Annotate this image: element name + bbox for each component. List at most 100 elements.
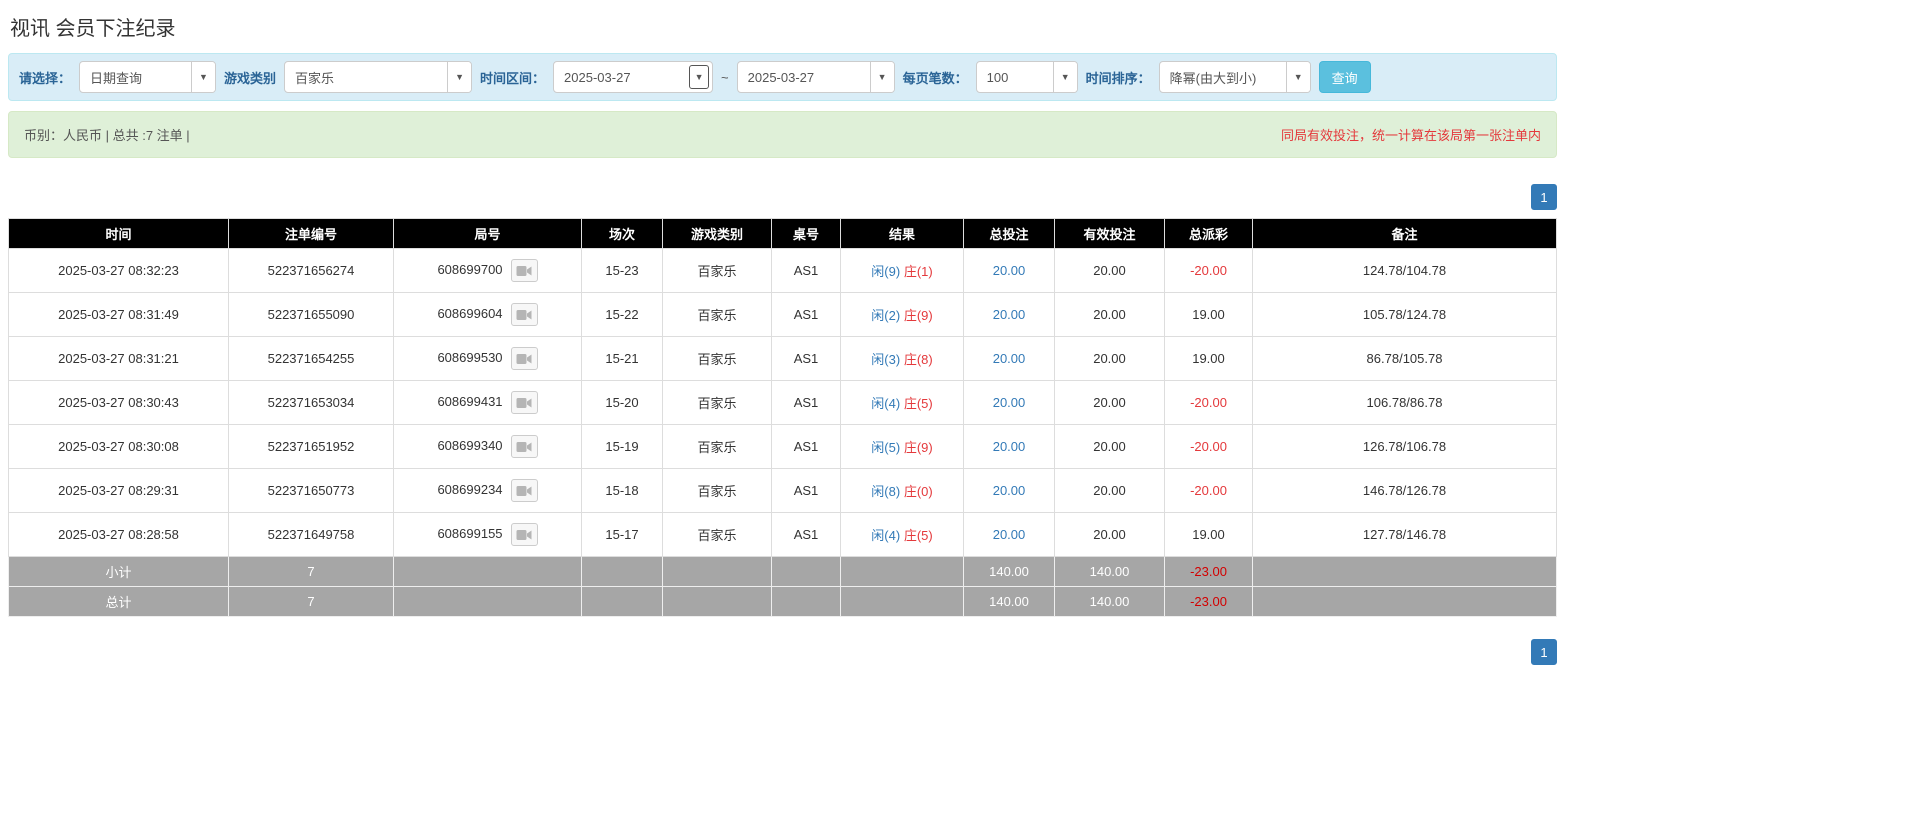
video-replay-button[interactable] — [510, 259, 538, 282]
session-number: 15-21 — [581, 336, 663, 381]
table-number: AS1 — [771, 292, 841, 337]
session-number: 15-18 — [581, 468, 663, 513]
game-type-select[interactable]: 百家乐 ▼ — [284, 61, 473, 93]
session-number: 15-23 — [581, 248, 663, 293]
round-id: 608699155 — [437, 525, 503, 541]
payout-amount: -20.00 — [1164, 380, 1253, 425]
game-type: 百家乐 — [662, 292, 772, 337]
round-id: 608699700 — [437, 261, 503, 277]
column-header: 备注 — [1252, 218, 1557, 249]
result-player: 闲(5) — [871, 440, 901, 455]
query-type-select[interactable]: 日期查询 ▼ — [79, 61, 217, 93]
round-cell: 608699340 — [393, 424, 582, 469]
video-replay-button[interactable] — [510, 435, 538, 458]
column-header: 结果 — [840, 218, 964, 249]
total-bet-link[interactable]: 20.00 — [963, 248, 1055, 293]
video-replay-button[interactable] — [510, 347, 538, 370]
valid-bet: 20.00 — [1054, 424, 1165, 469]
session-number: 15-20 — [581, 380, 663, 425]
page-content: 视讯 会员下注纪录 请选择： 日期查询 ▼ 游戏类别 百家乐 ▼ 时间区间： 2… — [8, 12, 1557, 665]
game-type: 百家乐 — [662, 248, 772, 293]
round-id: 608699234 — [437, 481, 503, 497]
total-bet-link[interactable]: 20.00 — [963, 424, 1055, 469]
search-button[interactable]: 查询 — [1318, 61, 1371, 93]
summary-count: 7 — [228, 556, 394, 587]
chevron-down-icon[interactable]: ▼ — [1052, 62, 1077, 92]
video-replay-button[interactable] — [510, 523, 538, 546]
table-row: 2025-03-27 08:31:21 522371654255 6086995… — [8, 336, 1557, 381]
page-size-select[interactable]: 100 ▼ — [975, 61, 1078, 93]
video-camera-icon — [516, 265, 532, 276]
chevron-down-icon[interactable]: ▼ — [191, 62, 216, 92]
date-from-select[interactable]: 2025-03-27 ▼ — [553, 61, 714, 93]
note-balance: 127.78/146.78 — [1252, 512, 1557, 557]
summary-payout: -23.00 — [1164, 586, 1253, 617]
bet-time: 2025-03-27 08:31:21 — [8, 336, 229, 381]
result-banker: 庄(9) — [903, 440, 933, 455]
query-type-value: 日期查询 — [90, 70, 143, 86]
column-header: 桌号 — [771, 218, 841, 249]
video-camera-icon — [516, 397, 532, 408]
table-number: AS1 — [771, 424, 841, 469]
round-id: 608699604 — [437, 305, 503, 321]
summary-label: 总计 — [8, 586, 229, 617]
table-row: 2025-03-27 08:31:49 522371655090 6086996… — [8, 292, 1557, 337]
session-number: 15-19 — [581, 424, 663, 469]
column-header: 总投注 — [963, 218, 1055, 249]
total-bet-link[interactable]: 20.00 — [963, 336, 1055, 381]
page-size-value: 100 — [986, 69, 1009, 85]
session-number: 15-17 — [581, 512, 663, 557]
column-header: 局号 — [393, 218, 582, 249]
result-banker: 庄(0) — [903, 484, 933, 499]
page-button-1[interactable]: 1 — [1531, 184, 1557, 210]
select-type-label: 请选择： — [19, 70, 72, 86]
summary-bar: 币别：人民币 | 总共 :7 注单 | 同局有效投注，统一计算在该局第一张注单内 — [8, 111, 1557, 158]
game-type-value: 百家乐 — [295, 70, 335, 86]
note-balance: 106.78/86.78 — [1252, 380, 1557, 425]
result-player: 闲(4) — [871, 396, 901, 411]
summary-payout: -23.00 — [1164, 556, 1253, 587]
total-bet-link[interactable]: 20.00 — [963, 292, 1055, 337]
video-replay-button[interactable] — [510, 391, 538, 414]
page-button-1[interactable]: 1 — [1531, 639, 1557, 665]
game-type: 百家乐 — [662, 512, 772, 557]
video-replay-button[interactable] — [510, 303, 538, 326]
summary-total-bet: 140.00 — [963, 556, 1055, 587]
chevron-down-icon[interactable]: ▼ — [689, 65, 710, 89]
chevron-down-icon[interactable]: ▼ — [1285, 62, 1310, 92]
table-row: 2025-03-27 08:32:23 522371656274 6086997… — [8, 248, 1557, 293]
summary-total-bet: 140.00 — [963, 586, 1055, 617]
result-player: 闲(3) — [871, 352, 901, 367]
summary-valid-bet: 140.00 — [1054, 556, 1165, 587]
round-cell: 608699700 — [393, 248, 582, 293]
table-header-row: 时间 注单编号 局号 场次 游戏类别 桌号 结果 总投注 有效投注 总派彩 备注 — [8, 218, 1557, 249]
time-sort-select[interactable]: 降幂(由大到小) ▼ — [1158, 61, 1311, 93]
page-title: 视讯 会员下注纪录 — [10, 18, 176, 40]
date-to-select[interactable]: 2025-03-27 ▼ — [736, 61, 895, 93]
chevron-down-icon[interactable]: ▼ — [869, 62, 894, 92]
game-type: 百家乐 — [662, 424, 772, 469]
summary-label: 小计 — [8, 556, 229, 587]
column-header: 时间 — [8, 218, 229, 249]
payout-amount: -20.00 — [1164, 424, 1253, 469]
bet-time: 2025-03-27 08:28:58 — [8, 512, 229, 557]
round-cell: 608699234 — [393, 468, 582, 513]
total-bet-link[interactable]: 20.00 — [963, 380, 1055, 425]
video-camera-icon — [516, 309, 532, 320]
chevron-down-icon[interactable]: ▼ — [447, 62, 472, 92]
game-type-label: 游戏类别 — [224, 70, 277, 86]
result-cell: 闲(2) 庄(9) — [840, 292, 964, 337]
payout-amount: 19.00 — [1164, 292, 1253, 337]
table-number: AS1 — [771, 468, 841, 513]
bet-time: 2025-03-27 08:32:23 — [8, 248, 229, 293]
date-to-value: 2025-03-27 — [747, 69, 815, 85]
session-number: 15-22 — [581, 292, 663, 337]
table-number: AS1 — [771, 248, 841, 293]
result-cell: 闲(5) 庄(9) — [840, 424, 964, 469]
total-bet-link[interactable]: 20.00 — [963, 512, 1055, 557]
table-number: AS1 — [771, 380, 841, 425]
payout-amount: 19.00 — [1164, 512, 1253, 557]
total-bet-link[interactable]: 20.00 — [963, 468, 1055, 513]
video-replay-button[interactable] — [510, 479, 538, 502]
summary-count: 7 — [228, 586, 394, 617]
